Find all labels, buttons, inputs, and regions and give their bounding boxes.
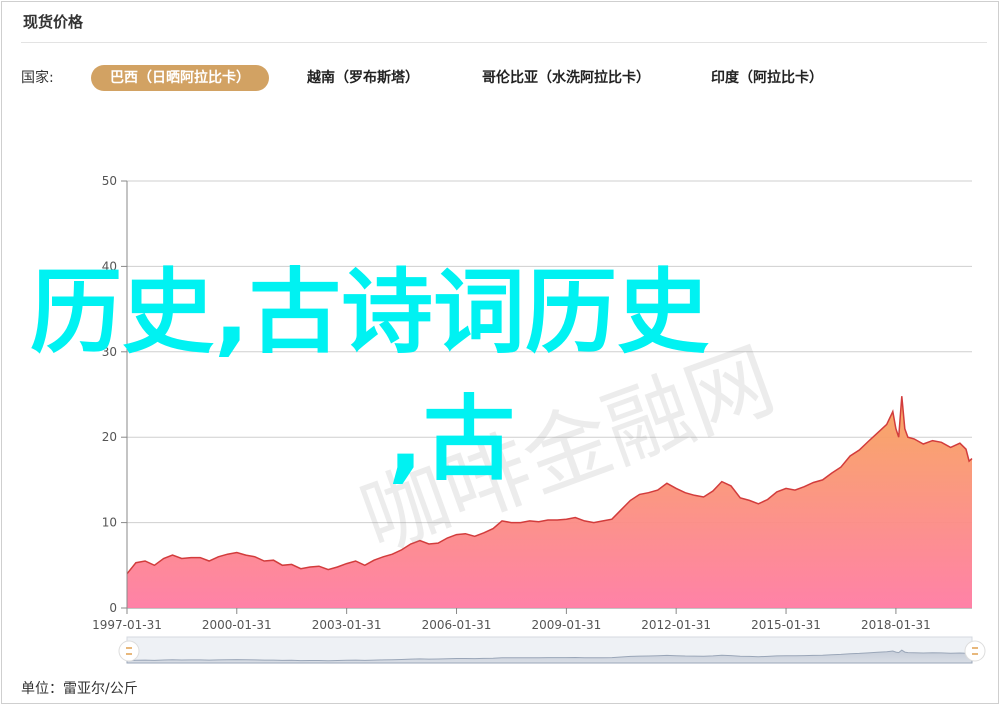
x-tick-label: 2003-01-31 <box>312 618 382 632</box>
navigator-left-handle[interactable] <box>118 640 140 662</box>
y-tick-label: 10 <box>102 516 117 530</box>
unit-label: 单位：雷亚尔/公斤 <box>21 681 138 697</box>
x-tick-label: 2006-01-31 <box>422 618 492 632</box>
y-tick-label: 20 <box>102 430 117 444</box>
x-tick-label: 1997-01-31 <box>92 618 162 632</box>
overlay-text-line2: ,古 <box>388 386 515 493</box>
overlay-text-line1: 历史,古诗词历史 <box>30 259 709 366</box>
handle-knob <box>964 640 986 662</box>
x-tick-label: 2015-01-31 <box>751 618 821 632</box>
x-tick-label: 2009-01-31 <box>532 618 602 632</box>
y-tick-label: 0 <box>109 601 117 615</box>
handle-knob <box>118 640 140 662</box>
navigator-right-handle[interactable] <box>964 640 986 662</box>
x-tick-label: 2000-01-31 <box>202 618 272 632</box>
x-tick-label: 2018-01-31 <box>861 618 931 632</box>
y-tick-label: 50 <box>102 174 117 188</box>
x-tick-label: 2012-01-31 <box>641 618 711 632</box>
